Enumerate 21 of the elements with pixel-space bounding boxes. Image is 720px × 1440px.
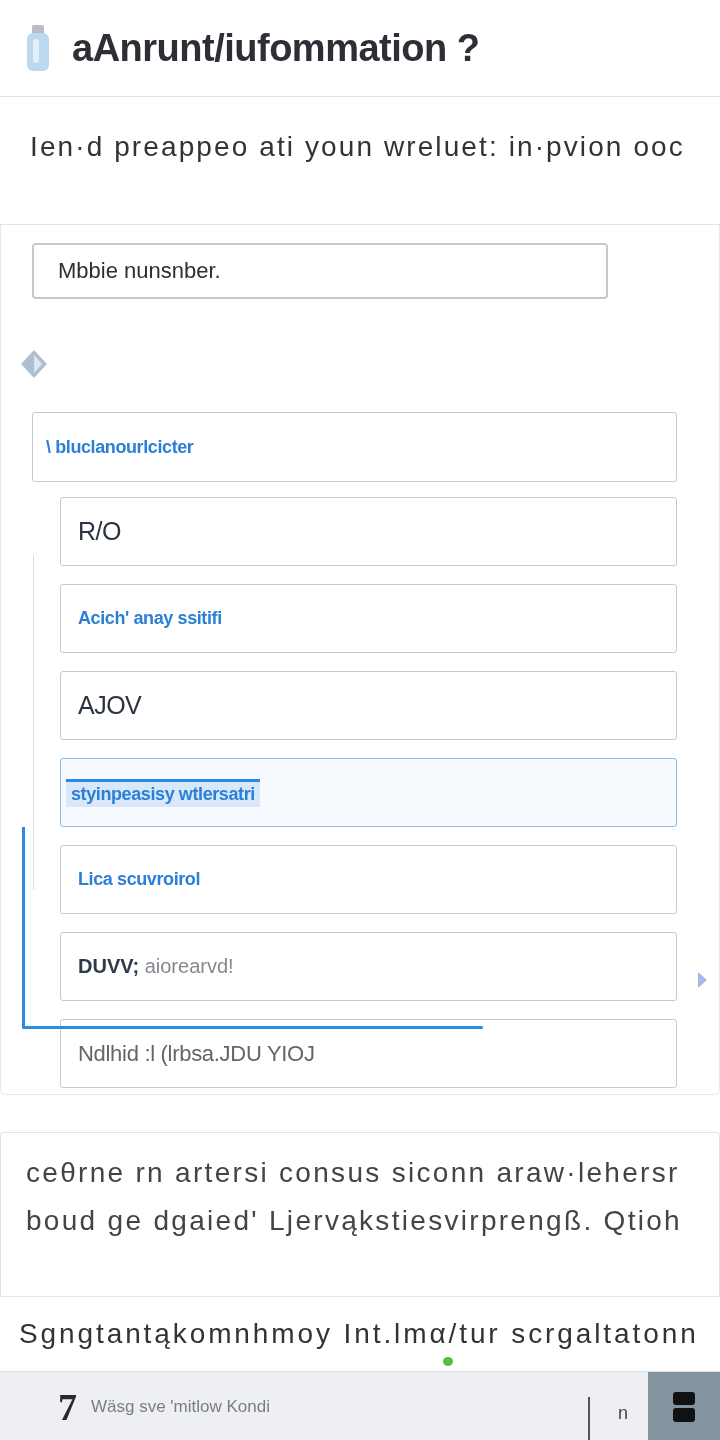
list-item[interactable]: R/O bbox=[60, 497, 677, 566]
note-text: ceθrne rn artersi consus siconn araw·lehersr bbox=[26, 1156, 680, 1190]
mobile-number-field[interactable]: Mbbie nunsnber. bbox=[32, 243, 608, 299]
logo-mark: 7 bbox=[58, 1384, 77, 1429]
diamond-icon bbox=[21, 350, 47, 378]
list-item[interactable]: AJOV bbox=[60, 671, 677, 740]
list-item[interactable]: Ndlhid :l (lrbsa.JDU YIOJ bbox=[60, 1019, 677, 1088]
list-item[interactable]: \ bluclanourlcicter bbox=[32, 412, 677, 482]
dot-icon bbox=[443, 1357, 453, 1366]
bottle-icon bbox=[26, 25, 50, 71]
list-item[interactable]: Acich' anay ssitifi bbox=[60, 584, 677, 653]
list-item[interactable]: DUVV; aiorearvd! bbox=[60, 932, 677, 1001]
layers-icon bbox=[673, 1391, 695, 1422]
note-text: boud ge dgaied' Ljervąkstiesvirprengß. Qtioh bbox=[26, 1204, 682, 1238]
caret-right-icon bbox=[698, 972, 707, 988]
list-item[interactable]: styinpeasisy wtlersatri bbox=[60, 758, 677, 827]
list-item[interactable]: Lica scuvroirol bbox=[60, 845, 677, 914]
footer-text: Sgngtantąkomnhmoy Int.lmα/tur scrgaltatonn bbox=[19, 1317, 699, 1351]
page-title: aAnrunt/iufommation ? bbox=[72, 26, 480, 70]
bar-label: Wäsg sve 'mitlow Kondi bbox=[91, 1396, 270, 1417]
intro-text: Ien·d preappeo ati youn wreluet: in·pvion ooc bbox=[30, 131, 685, 163]
